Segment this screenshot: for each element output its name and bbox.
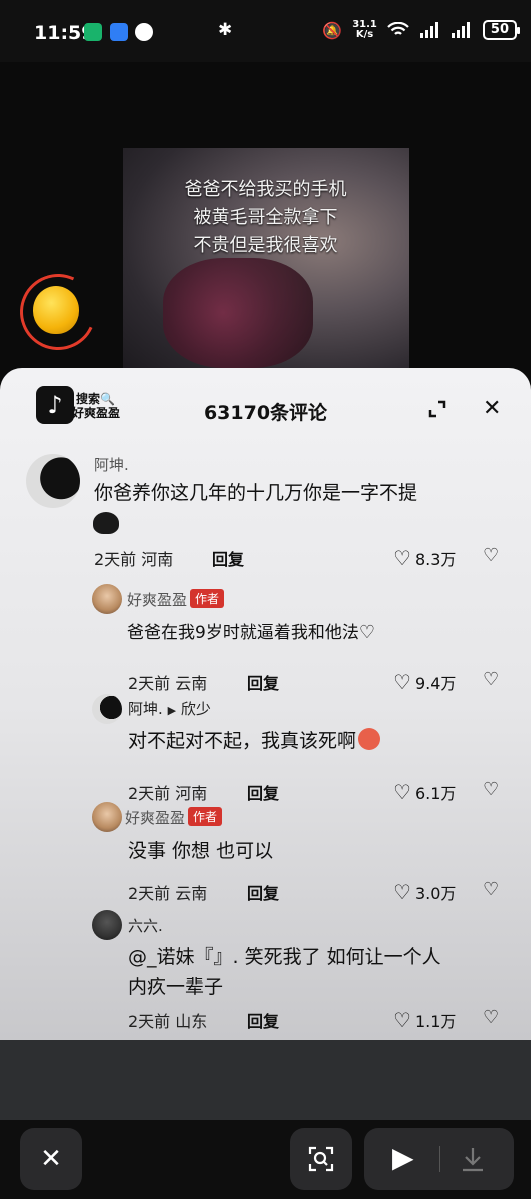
dislike-icon[interactable]: ♡ bbox=[483, 779, 499, 800]
emoji-icon bbox=[358, 728, 381, 750]
avatar[interactable] bbox=[92, 694, 122, 724]
close-icon[interactable]: ✕ bbox=[483, 398, 501, 420]
timer-app-icon bbox=[84, 23, 102, 41]
comment-time-location: 2天前 山东 bbox=[128, 1012, 208, 1031]
mute-bell-icon: 🔕 bbox=[322, 20, 343, 40]
wifi-icon bbox=[387, 22, 409, 35]
scan-icon bbox=[308, 1146, 334, 1172]
like-button[interactable]: ♡ 3.0万 bbox=[393, 880, 456, 904]
avatar[interactable] bbox=[92, 584, 122, 614]
heart-icon: ♡ bbox=[393, 1008, 411, 1032]
heart-icon: ♡ bbox=[393, 880, 411, 904]
golden-egg-icon[interactable] bbox=[33, 286, 79, 334]
avatar[interactable] bbox=[92, 910, 122, 940]
heart-icon: ♡ bbox=[393, 780, 411, 804]
comment-count: 63170条评论 bbox=[203, 402, 328, 424]
sticker-icon bbox=[93, 512, 119, 534]
avatar[interactable] bbox=[92, 802, 122, 832]
comment-time-location: 2天前 河南 bbox=[128, 784, 208, 803]
reply-button[interactable]: 回复 bbox=[247, 780, 279, 804]
comment-author[interactable]: 六六. bbox=[128, 915, 163, 936]
reply-button[interactable]: 回复 bbox=[212, 546, 244, 570]
comment-panel: ♪ 搜索🔍 好爽盈盈 63170条评论 ✕ 阿坤. 你爸养你这几年的十几万你是一… bbox=[0, 368, 531, 1040]
dislike-icon[interactable]: ♡ bbox=[483, 879, 499, 900]
bluetooth-icon: ✱ bbox=[218, 20, 233, 40]
close-button[interactable]: ✕ bbox=[20, 1128, 82, 1190]
signal-icon-2 bbox=[451, 22, 470, 38]
heart-icon: ♡ bbox=[393, 670, 411, 694]
net-speed: 31.1 K/s bbox=[352, 19, 377, 40]
like-button[interactable]: ♡ 6.1万 bbox=[393, 780, 456, 804]
expand-icon[interactable] bbox=[428, 400, 446, 418]
comment-author[interactable]: 阿坤. ▶ 欣少 bbox=[128, 698, 211, 719]
dislike-icon[interactable]: ♡ bbox=[483, 1007, 499, 1028]
comment-text: 你爸养你这几年的十几万你是一字不提 bbox=[94, 482, 418, 504]
like-button[interactable]: ♡ 1.1万 bbox=[393, 1008, 456, 1032]
like-button[interactable]: ♡ 9.4万 bbox=[393, 670, 456, 694]
reply-button[interactable]: 回复 bbox=[247, 880, 279, 904]
comment-time-location: 2天前 河南 bbox=[94, 550, 174, 569]
status-right: 🔕 31.1 K/s 50 bbox=[322, 19, 521, 40]
dislike-icon[interactable]: ♡ bbox=[483, 669, 499, 690]
author-badge: 作者 bbox=[188, 807, 223, 826]
heart-emoji-icon: ♡ bbox=[358, 622, 375, 643]
heart-icon: ♡ bbox=[393, 546, 411, 570]
battery-indicator: 50 bbox=[482, 20, 521, 40]
comment-panel-header: ♪ 搜索🔍 好爽盈盈 63170条评论 ✕ bbox=[0, 368, 531, 452]
download-icon[interactable] bbox=[460, 1146, 486, 1172]
qq-app-icon bbox=[135, 23, 153, 41]
comment-time-location: 2天前 云南 bbox=[128, 674, 208, 693]
reply-arrow-icon: ▶ bbox=[167, 704, 177, 717]
author-badge: 作者 bbox=[190, 589, 225, 608]
comment-text: @_诺妹『』. 笑死我了 如何让一个人 内疚一辈子 bbox=[128, 946, 441, 998]
video-image-content bbox=[163, 258, 313, 368]
scan-button[interactable] bbox=[290, 1128, 352, 1190]
like-button[interactable]: ♡ 8.3万 bbox=[393, 546, 456, 570]
dislike-icon[interactable]: ♡ bbox=[483, 545, 499, 566]
comment-author[interactable]: 阿坤. bbox=[94, 454, 129, 475]
media-controls: ▶ bbox=[364, 1128, 514, 1190]
signal-icon bbox=[419, 22, 438, 38]
video-caption: 爸爸不给我买的手机 被黄毛哥全款拿下 不贵但是我很喜欢 bbox=[184, 179, 347, 256]
close-icon: ✕ bbox=[40, 1144, 62, 1174]
reply-button[interactable]: 回复 bbox=[247, 1008, 279, 1032]
divider bbox=[439, 1146, 440, 1172]
comment-text: 爸爸在我9岁时就逼着我和他法♡ bbox=[127, 622, 375, 643]
comment-text: 没事 你想 也可以 bbox=[128, 840, 274, 862]
reply-button[interactable]: 回复 bbox=[247, 670, 279, 694]
status-bar: 11:59 ✱ 🔕 31.1 K/s 50 bbox=[0, 0, 531, 62]
comment-text: 对不起对不起，我真该死啊 bbox=[128, 726, 381, 756]
comment-author[interactable]: 好爽盈盈 作者 bbox=[125, 807, 223, 828]
mail-app-icon bbox=[110, 23, 128, 41]
play-button[interactable]: ▶ bbox=[392, 1143, 414, 1173]
comment-author[interactable]: 好爽盈盈 作者 bbox=[127, 589, 225, 610]
avatar[interactable] bbox=[26, 454, 80, 508]
bottom-toolbar: ✕ ▶ bbox=[0, 1120, 531, 1199]
bottom-input-area bbox=[0, 1040, 531, 1120]
comment-time-location: 2天前 云南 bbox=[128, 884, 208, 903]
